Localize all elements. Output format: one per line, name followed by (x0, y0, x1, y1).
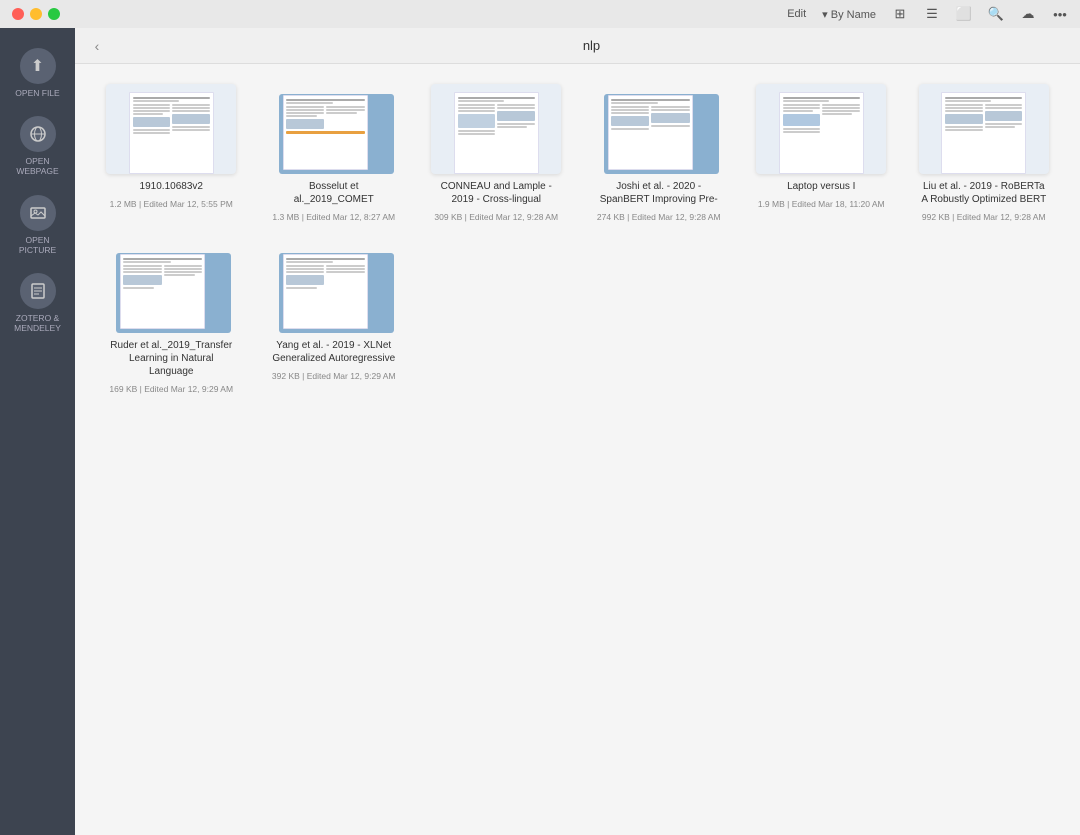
title-bar: Edit ▾ By Name ⊞ ☰ ⬜ 🔍 ☁ ••• (0, 0, 1080, 28)
file-name: Joshi et al. - 2020 - SpanBERT Improving… (594, 180, 724, 206)
file-name: 1910.10683v2 (140, 180, 203, 193)
list-view-icon[interactable]: ☰ (924, 6, 940, 22)
zotero-icon (20, 273, 56, 309)
sidebar-item-zotero[interactable]: ZOTERO & MENDELEY (5, 265, 70, 339)
window-icon[interactable]: ⬜ (956, 6, 972, 22)
back-button[interactable]: ‹ (87, 36, 107, 56)
app-body: ⬆ OPEN FILE OPEN WEBPAGE OPEN PI (0, 28, 1080, 835)
open-picture-icon (20, 195, 56, 231)
search-icon[interactable]: 🔍 (988, 6, 1004, 22)
maximize-button[interactable] (48, 8, 60, 20)
sidebar-item-open-picture[interactable]: OPEN PICTURE (5, 187, 70, 261)
more-icon[interactable]: ••• (1052, 6, 1068, 22)
file-thumbnail (594, 84, 724, 174)
open-webpage-label: OPEN WEBPAGE (9, 156, 66, 176)
list-item[interactable]: Joshi et al. - 2020 - SpanBERT Improving… (583, 84, 736, 223)
open-file-label: OPEN FILE (15, 88, 59, 98)
open-file-icon: ⬆ (20, 48, 56, 84)
file-name: Yang et al. - 2019 - XLNet Generalized A… (269, 339, 399, 365)
edit-button[interactable]: Edit (787, 8, 806, 20)
file-name: CONNEAU and Lample - 2019 - Cross-lingua… (431, 180, 561, 206)
file-meta: 1.9 MB | Edited Mar 18, 11:20 AM (758, 199, 885, 210)
list-item[interactable]: Yang et al. - 2019 - XLNet Generalized A… (258, 243, 411, 395)
sidebar-item-open-webpage[interactable]: OPEN WEBPAGE (5, 108, 70, 182)
sidebar: ⬆ OPEN FILE OPEN WEBPAGE OPEN PI (0, 28, 75, 835)
file-meta: 309 KB | Edited Mar 12, 9:28 AM (434, 212, 558, 223)
list-item[interactable]: Bosselut et al._2019_COMET 1.3 MB | Edit… (258, 84, 411, 223)
file-thumbnail (919, 84, 1049, 174)
content-toolbar: ‹ nlp (75, 28, 1080, 64)
file-name: Liu et al. - 2019 - RoBERTa A Robustly O… (919, 180, 1049, 206)
minimize-button[interactable] (30, 8, 42, 20)
file-thumbnail (269, 84, 399, 174)
file-meta: 992 KB | Edited Mar 12, 9:28 AM (922, 212, 1046, 223)
open-webpage-icon (20, 116, 56, 152)
file-thumbnail (431, 84, 561, 174)
list-item[interactable]: Ruder et al._2019_Transfer Learning in N… (95, 243, 248, 395)
file-thumbnail (756, 84, 886, 174)
content-area: ‹ nlp (75, 28, 1080, 835)
list-item[interactable]: CONNEAU and Lample - 2019 - Cross-lingua… (420, 84, 573, 223)
file-thumbnail (106, 243, 236, 333)
open-picture-label: OPEN PICTURE (9, 235, 66, 255)
list-item[interactable]: 1910.10683v2 1.2 MB | Edited Mar 12, 5:5… (95, 84, 248, 223)
sidebar-item-open-file[interactable]: ⬆ OPEN FILE (5, 40, 70, 104)
sort-button[interactable]: ▾ By Name (822, 8, 876, 21)
file-meta: 1.2 MB | Edited Mar 12, 5:55 PM (110, 199, 233, 210)
list-item[interactable]: Laptop versus I 1.9 MB | Edited Mar 18, … (745, 84, 898, 223)
file-grid: 1910.10683v2 1.2 MB | Edited Mar 12, 5:5… (75, 64, 1080, 835)
file-thumbnail (106, 84, 236, 174)
file-meta: 274 KB | Edited Mar 12, 9:28 AM (597, 212, 721, 223)
zotero-label: ZOTERO & MENDELEY (9, 313, 66, 333)
traffic-lights (12, 8, 60, 20)
list-item[interactable]: Liu et al. - 2019 - RoBERTa A Robustly O… (908, 84, 1061, 223)
file-meta: 1.3 MB | Edited Mar 12, 8:27 AM (272, 212, 395, 223)
file-meta: 169 KB | Edited Mar 12, 9:29 AM (109, 384, 233, 395)
grid-view-icon[interactable]: ⊞ (892, 6, 908, 22)
folder-title: nlp (115, 38, 1068, 53)
file-meta: 392 KB | Edited Mar 12, 9:29 AM (272, 371, 396, 382)
file-name: Laptop versus I (787, 180, 855, 193)
file-thumbnail (269, 243, 399, 333)
title-bar-right: Edit ▾ By Name ⊞ ☰ ⬜ 🔍 ☁ ••• (787, 6, 1068, 22)
file-name: Bosselut et al._2019_COMET (269, 180, 399, 206)
cloud-icon[interactable]: ☁ (1020, 6, 1036, 22)
file-name: Ruder et al._2019_Transfer Learning in N… (106, 339, 236, 378)
close-button[interactable] (12, 8, 24, 20)
